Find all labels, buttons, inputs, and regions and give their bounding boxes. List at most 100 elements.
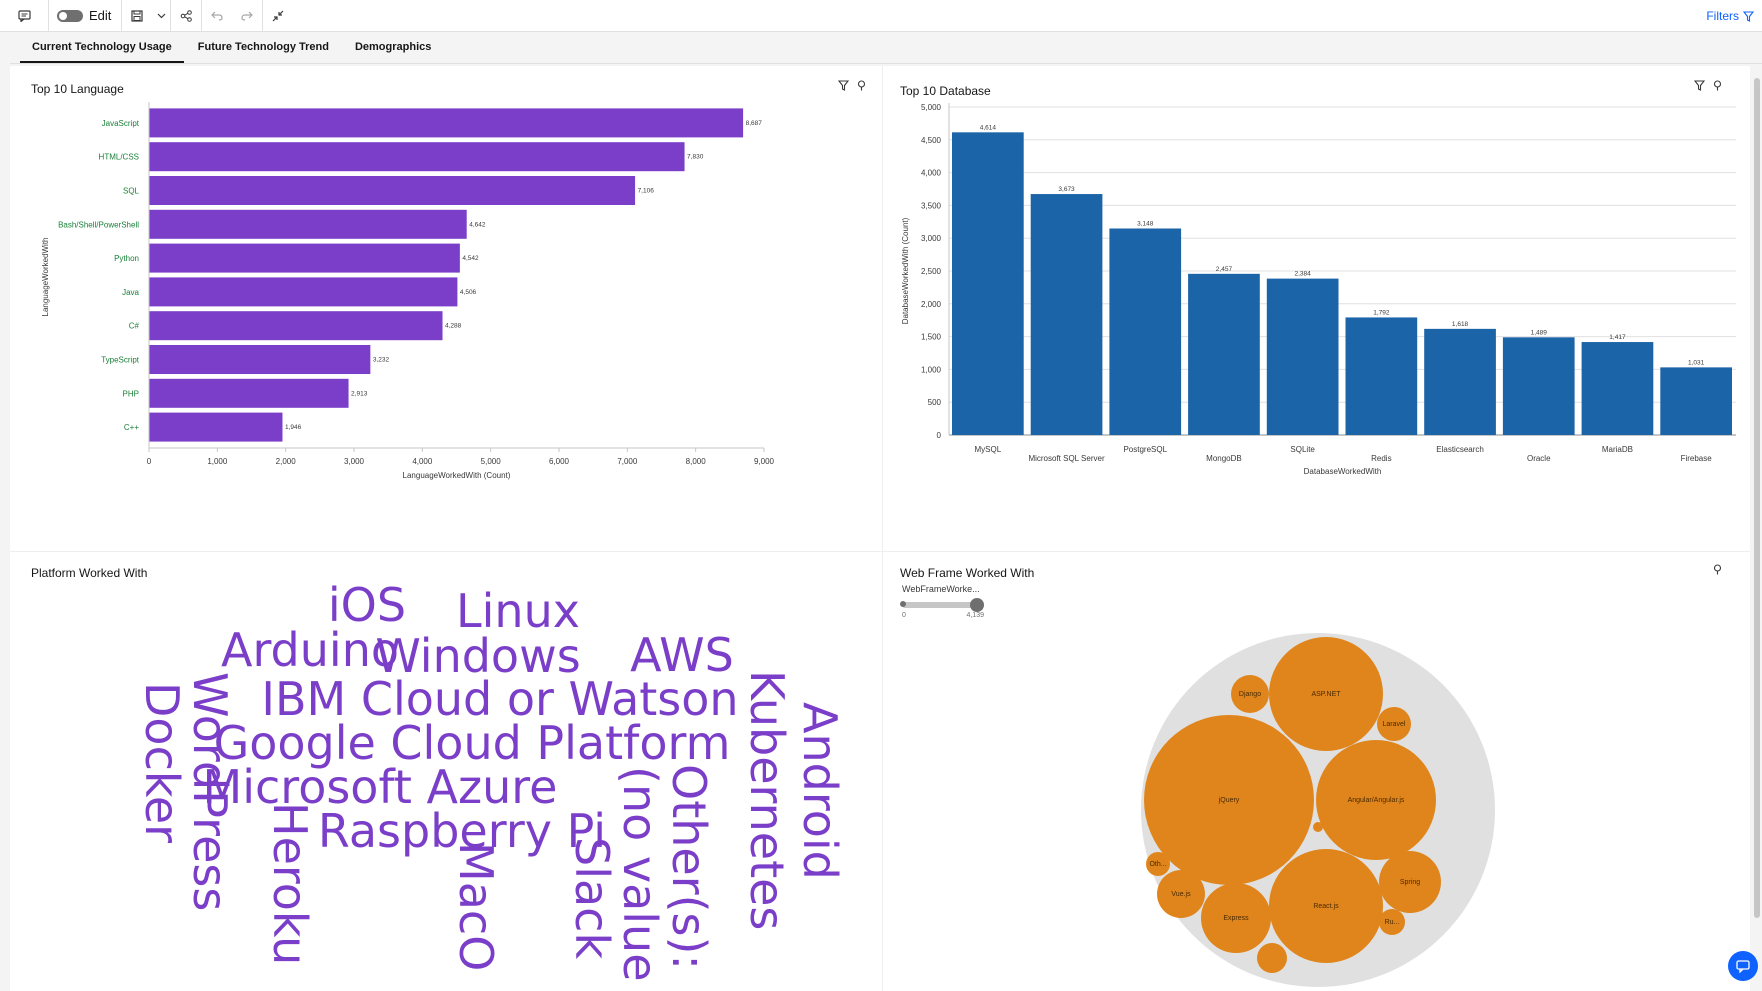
bar-c-	[149, 311, 443, 341]
category-label: MySQL	[975, 445, 1002, 454]
x-tick-label: 3,000	[344, 457, 365, 466]
bubble-label-aspnet: ASP.NET	[1311, 691, 1341, 698]
y-tick-label: 5,000	[921, 103, 942, 112]
value-label: 7,106	[638, 188, 655, 195]
value-label: 1,792	[1373, 309, 1390, 316]
language-panel[interactable]: Top 10 Language 0 1,000 2,000 3,000 4,000 5,0…	[26, 66, 880, 550]
x-tick-label: 6,000	[549, 457, 570, 466]
x-axis-title: DatabaseWorkedWith	[1304, 467, 1382, 476]
toolbar: Edit Filters	[0, 0, 1762, 32]
category-label: SQLite	[1290, 445, 1315, 454]
filters-label: Filters	[1706, 9, 1739, 23]
category-label: JavaScript	[102, 119, 140, 128]
filter-icon	[1743, 10, 1754, 22]
tab-current-technology-usage[interactable]: Current Technology Usage	[20, 32, 184, 63]
value-label: 3,232	[373, 357, 390, 364]
bubble-label-jquery: jQuery	[1218, 797, 1240, 804]
scrollbar[interactable]	[1752, 66, 1762, 991]
value-label: 8,687	[746, 120, 763, 127]
category-label: Firebase	[1681, 454, 1713, 463]
value-label: 1,618	[1452, 321, 1469, 328]
word-heroku: Heroku	[263, 802, 317, 965]
category-label: Java	[122, 288, 139, 297]
x-tick-label: 8,000	[686, 457, 707, 466]
bar-sql	[149, 176, 636, 205]
word-android: Android	[793, 702, 847, 880]
category-label: MariaDB	[1602, 445, 1633, 454]
category-label: SQL	[123, 187, 140, 196]
y-tick-label: 1,500	[921, 333, 942, 342]
bar-c-	[149, 412, 283, 442]
bar-html-css	[149, 142, 685, 172]
bar-mongodb	[1188, 273, 1260, 435]
bubble-label-vuejs: Vue.js	[1171, 891, 1191, 898]
edit-toggle[interactable]	[57, 9, 83, 22]
bar-python	[149, 243, 460, 273]
x-tick-label: 0	[147, 457, 152, 466]
category-label: C++	[124, 423, 139, 432]
value-label: 2,384	[1295, 271, 1312, 278]
x-tick-label: 5,000	[481, 457, 502, 466]
y-axis-title: DatabaseWorkedWith (Count)	[901, 217, 910, 324]
value-label: 4,288	[445, 323, 462, 330]
bubble-label-other: Oth...	[1149, 861, 1166, 868]
chat-icon[interactable]	[1728, 951, 1758, 981]
scrollbar-thumb[interactable]	[1754, 78, 1760, 918]
value-label: 4,614	[980, 124, 997, 131]
category-label: Oracle	[1527, 454, 1551, 463]
y-tick-label: 500	[928, 398, 942, 407]
bar-elasticsearch	[1424, 328, 1496, 435]
value-label: 3,148	[1137, 220, 1154, 227]
save-icon[interactable]	[122, 0, 152, 32]
webframe-panel[interactable]: Web Frame Worked With WebFrameWorke... 0…	[890, 554, 1750, 991]
y-tick-label: 2,000	[921, 300, 942, 309]
y-tick-label: 3,500	[921, 201, 942, 210]
database-panel[interactable]: Top 10 Database 0 500 1,000 1,500 2,000 2,500…	[890, 66, 1750, 550]
bar-sqlite	[1266, 278, 1339, 435]
word-others: Other(s):	[662, 764, 716, 970]
y-axis-title: LanguageWorkedWith	[41, 237, 50, 316]
bubble-label-ruby: Ru...	[1385, 919, 1400, 926]
database-bar-chart: 0 500 1,000 1,500 2,000 2,500 3,000 3,500 4,000 4…	[901, 103, 1736, 476]
y-tick-label: 1,000	[921, 365, 942, 374]
bar-php	[149, 378, 349, 408]
category-label: HTML/CSS	[99, 153, 139, 162]
word-arduino: Arduino	[221, 623, 399, 677]
word-docker: Docker	[135, 682, 189, 843]
bar-postgresql	[1109, 228, 1182, 435]
bubble-label-express: Express	[1223, 915, 1249, 922]
chevron-down-icon[interactable]	[152, 0, 170, 32]
comment-icon[interactable]	[0, 0, 48, 32]
redo-icon[interactable]	[232, 0, 262, 32]
y-tick-label: 4,500	[921, 136, 942, 145]
collapse-icon[interactable]	[263, 0, 293, 32]
value-label: 1,031	[1688, 359, 1705, 366]
filters-button[interactable]: Filters	[1706, 0, 1754, 32]
share-icon[interactable]	[171, 0, 201, 32]
value-label: 4,642	[469, 221, 486, 228]
tab-demographics[interactable]: Demographics	[343, 32, 443, 63]
y-tick-label: 2,500	[921, 267, 942, 276]
tab-future-technology-trend[interactable]: Future Technology Trend	[186, 32, 341, 63]
category-label: Bash/Shell/PowerShell	[58, 220, 139, 229]
bar-bash-shell-powershell	[149, 209, 467, 239]
webframe-bubble-chart: jQuery ASP.NET Angular/Angular.js React.…	[1141, 633, 1495, 987]
word-wordpress: WordPress	[183, 672, 237, 911]
bubble-bottom[interactable]	[1257, 943, 1287, 973]
bubble-small[interactable]	[1313, 822, 1323, 832]
bubble-label-laravel: Laravel	[1383, 721, 1406, 728]
x-tick-label: 9,000	[754, 457, 775, 466]
panel-divider	[882, 66, 883, 991]
value-label: 4,542	[462, 255, 479, 262]
undo-icon[interactable]	[202, 0, 232, 32]
bar-redis	[1345, 317, 1418, 435]
bar-mysql	[952, 132, 1024, 435]
category-label: PostgreSQL	[1123, 445, 1167, 454]
value-label: 1,946	[285, 424, 302, 431]
platform-panel[interactable]: Platform Worked With iOS Linux Arduino W…	[26, 554, 880, 991]
x-tick-label: 4,000	[412, 457, 433, 466]
category-label: Python	[114, 254, 139, 263]
category-label: C#	[129, 322, 140, 331]
category-label: TypeScript	[101, 356, 140, 365]
bar-typescript	[149, 345, 371, 374]
